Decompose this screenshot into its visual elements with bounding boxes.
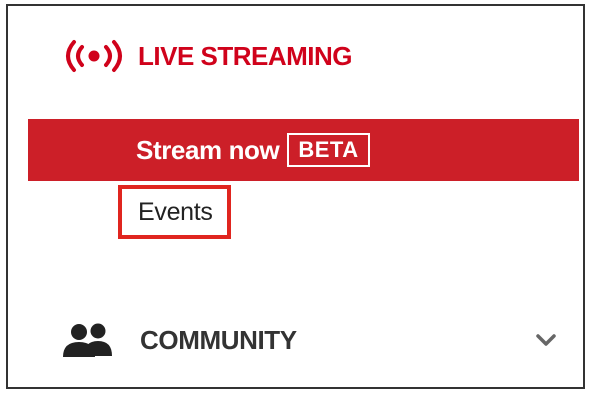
sidebar-item-events[interactable]: Events: [118, 185, 231, 239]
chevron-down-icon[interactable]: [532, 328, 560, 352]
live-streaming-title: LIVE STREAMING: [138, 40, 353, 71]
community-header[interactable]: COMMUNITY: [60, 318, 560, 362]
live-broadcast-icon: [60, 34, 128, 78]
sidebar-panel: LIVE STREAMING Stream now BETA Events CO…: [6, 4, 585, 389]
sidebar-item-stream-now[interactable]: Stream now BETA: [28, 119, 579, 181]
people-icon: [60, 322, 118, 358]
live-streaming-header[interactable]: LIVE STREAMING: [60, 34, 353, 78]
events-label: Events: [138, 197, 213, 226]
community-title: COMMUNITY: [140, 324, 297, 355]
beta-badge: BETA: [287, 133, 370, 167]
stream-now-label: Stream now: [136, 134, 280, 165]
